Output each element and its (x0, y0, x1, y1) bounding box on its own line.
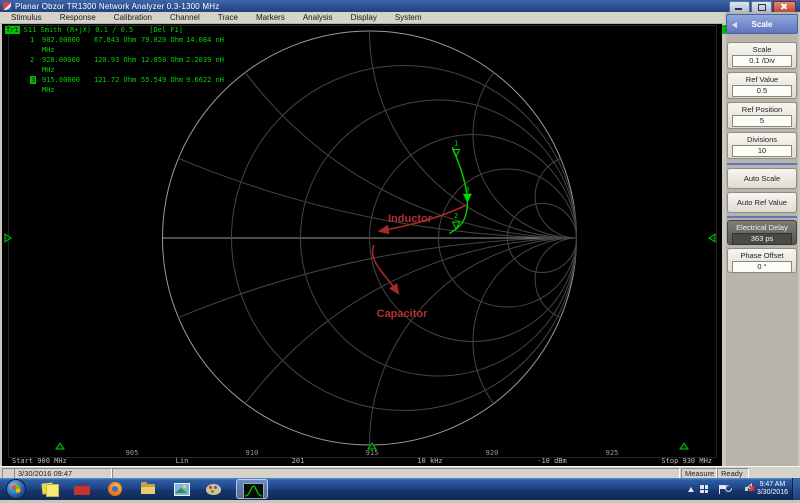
stimulus-bar: Start 900 MHz Lin 201 10 kHz -10 dBm Sto… (2, 457, 722, 466)
stimulus-stop[interactable]: Stop 930 MHz (661, 457, 712, 465)
ref-value-button[interactable]: Ref Value 0.5 (727, 72, 797, 99)
menu-item-display[interactable]: Display (343, 13, 385, 22)
scale-button[interactable]: Scale 0.1 /Div (727, 42, 797, 69)
image-viewer-taskbar-button[interactable] (166, 479, 196, 499)
ref-position-left-icon (5, 234, 11, 242)
menu-item-response[interactable]: Response (52, 13, 104, 22)
marker-inductance: 2.2039 nH (186, 55, 224, 75)
marker-number: 2 (30, 55, 42, 75)
show-desktop-button[interactable] (792, 478, 800, 500)
svg-text:2: 2 (454, 212, 458, 220)
toolbox-taskbar-button[interactable] (67, 479, 97, 499)
menu-item-markers[interactable]: Markers (248, 13, 293, 22)
phase-offset-button[interactable]: Phase Offset 0 ° (727, 248, 797, 273)
svg-text:3: 3 (465, 186, 469, 194)
freq-tick-920: 920 (480, 449, 504, 457)
freq-tick-910: 910 (240, 449, 264, 457)
freq-tick-905: 905 (120, 449, 144, 457)
taskbar: 9:47 AM 3/30/2016 (0, 478, 800, 500)
window-title: Planar Obzor TR1300 Network Analyzer 0.3… (15, 2, 219, 11)
marker-row: 2928.00000 MHz120.93 Ohm12.850 Ohm2.2039… (2, 55, 462, 75)
back-arrow-icon (732, 22, 737, 28)
marker-row: 1902.00000 MHz67.843 Ohm79.820 Ohm14.084… (2, 35, 462, 55)
sticky-notes-taskbar-button[interactable] (34, 479, 64, 499)
marker-reactance: 79.820 Ohm (141, 35, 186, 55)
windows-update-tray-icon[interactable] (700, 485, 708, 493)
menu-item-calibration[interactable]: Calibration (106, 13, 160, 22)
title-bar: Planar Obzor TR1300 Network Analyzer 0.3… (0, 0, 800, 12)
stimulus-power[interactable]: -10 dBm (522, 457, 582, 465)
ref-position-value: 5 (732, 115, 792, 127)
network-analyzer-taskbar-button[interactable] (236, 479, 268, 499)
taskbar-clock[interactable]: 9:47 AM 3/30/2016 (757, 481, 788, 497)
menu-bar: Stimulus Response Calibration Channel Tr… (0, 12, 724, 24)
stimulus-if-bandwidth[interactable]: 10 kHz (400, 457, 460, 465)
divisions-button[interactable]: Divisions 10 (727, 132, 797, 159)
ref-position-button[interactable]: Ref Position 5 (727, 102, 797, 129)
clock-time: 9:47 AM (757, 481, 788, 489)
separator (727, 163, 797, 165)
chevron-up-icon (688, 487, 694, 492)
smith-chart-plot-area: 132 Tr1S11 Smith (R+jX) 0.1 / 0.5[Del F1… (2, 24, 722, 466)
softkey-menu-title: Scale (752, 20, 773, 29)
network-analyzer-icon (243, 483, 264, 499)
marker-resistance: 120.93 Ohm (94, 55, 141, 75)
electrical-delay-value: 363 ps (732, 233, 792, 245)
marker-frequency: 928.00000 MHz (42, 55, 94, 75)
sync-tray-icon[interactable] (725, 485, 732, 492)
marker-number: 3 (30, 75, 42, 95)
maximize-icon (758, 4, 766, 11)
softkey-menu-header[interactable]: Scale (726, 14, 798, 34)
marker-inductance: 9.6622 nH (186, 75, 224, 95)
freq-tick-925: 925 (600, 449, 624, 457)
phase-offset-value: 0 ° (732, 261, 792, 273)
marker-reactance: 55.549 Ohm (141, 75, 186, 95)
separator (727, 216, 797, 218)
start-button[interactable] (6, 479, 26, 499)
marker-row-active: 3915.00000 MHz121.72 Ohm55.549 Ohm9.6622… (2, 75, 462, 95)
stimulus-start[interactable]: Start 900 MHz (12, 457, 67, 465)
marker-resistance: 67.843 Ohm (94, 35, 141, 55)
scale-value: 0.1 /Div (732, 55, 792, 67)
marker-number: 1 (30, 35, 42, 55)
softkey-sidebar: Scale Scale 0.1 /Div Ref Value 0.5 Ref P… (726, 12, 798, 466)
trace-format-label: S11 Smith (R+jX) 0.1 / 0.5 (24, 26, 134, 34)
trace-header[interactable]: Tr1 S11 Smith (R+jX) 0.1 / 0.5 [Del F1] (2, 25, 462, 35)
menu-item-stimulus[interactable]: Stimulus (3, 13, 50, 22)
menu-item-analysis[interactable]: Analysis (295, 13, 341, 22)
menu-item-channel[interactable]: Channel (162, 13, 208, 22)
status-bar: 3/30/2016 09:47 Measure Ready (0, 466, 800, 478)
svg-text:1: 1 (454, 139, 458, 147)
capacitor-arrow (372, 245, 398, 293)
marker-frequency: 915.00000 MHz (42, 75, 94, 95)
menu-item-trace[interactable]: Trace (210, 13, 246, 22)
windows-logo-icon (11, 484, 20, 493)
stimulus-sweep-type[interactable]: Lin (152, 457, 212, 465)
menu-item-system[interactable]: System (387, 13, 430, 22)
trace-badge: Tr1 (5, 26, 20, 34)
app-icon (3, 2, 11, 10)
action-center-flag-icon[interactable] (719, 485, 720, 494)
volume-muted-icon[interactable] (745, 485, 748, 489)
marker-inductance: 14.084 nH (186, 35, 224, 55)
marker-frequency: 902.00000 MHz (42, 35, 94, 55)
freq-tick-915: 915 (360, 449, 384, 457)
trace-state-label: [Del F1] (149, 26, 183, 34)
clock-date: 3/30/2016 (757, 489, 788, 497)
hidden-icons-button[interactable] (688, 487, 694, 492)
paint-taskbar-button[interactable] (199, 479, 229, 499)
auto-ref-value-button[interactable]: Auto Ref Value (727, 192, 797, 213)
electrical-delay-button[interactable]: Electrical Delay 363 ps (727, 220, 797, 245)
file-manager-taskbar-button[interactable] (133, 479, 163, 499)
ref-value-value: 0.5 (732, 85, 792, 97)
firefox-taskbar-button[interactable] (100, 479, 130, 499)
marker-resistance: 121.72 Ohm (94, 75, 141, 95)
ref-position-right-icon (709, 234, 715, 242)
divisions-value: 10 (732, 145, 792, 157)
marker-reactance: 12.850 Ohm (141, 55, 186, 75)
auto-scale-button[interactable]: Auto Scale (727, 168, 797, 189)
trace-status-panel: Tr1S11 Smith (R+jX) 0.1 / 0.5[Del F1] 19… (2, 25, 462, 95)
stimulus-points[interactable]: 201 (268, 457, 328, 465)
minimize-icon (735, 8, 742, 10)
